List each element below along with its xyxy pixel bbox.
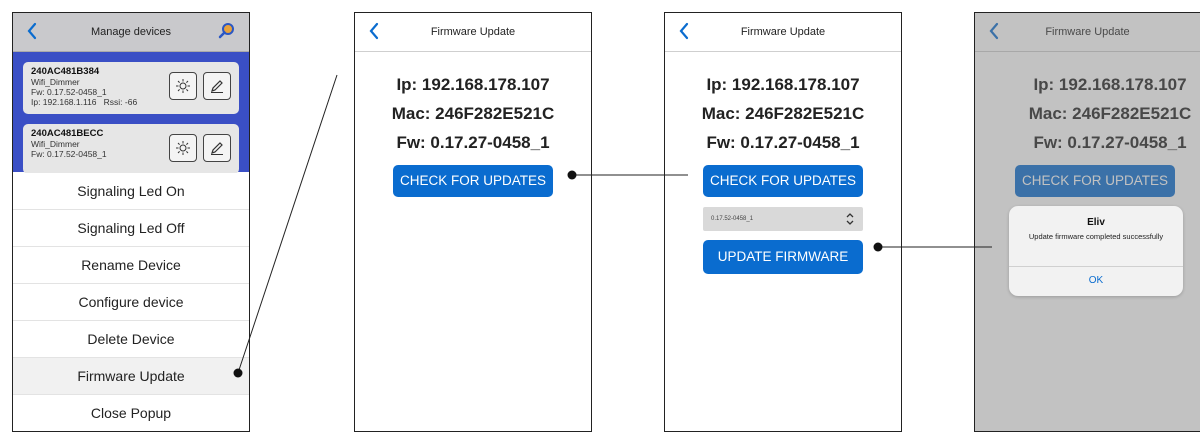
led-toggle-button[interactable] [169, 72, 197, 100]
sun-icon [176, 141, 190, 155]
search-icon[interactable] [217, 21, 237, 41]
dialog-ok-button[interactable]: OK [1009, 266, 1183, 296]
action-sheet: Signaling Led On Signaling Led Off Renam… [13, 173, 249, 431]
device-type: Wifi_Dimmer [31, 77, 80, 87]
chevron-up-down-icon [846, 213, 854, 225]
dialog-message: Update firmware completed successfully [1028, 232, 1164, 241]
device-fw: Fw: 0.17.52-0458_1 [31, 87, 107, 97]
back-chevron-icon[interactable] [25, 21, 39, 41]
fw-label: Fw: 0.17.27-0458_1 [396, 133, 550, 152]
connector-line [237, 74, 338, 374]
edit-button[interactable] [203, 134, 231, 162]
pencil-icon [211, 80, 223, 93]
dialog-title: Eliv [1087, 217, 1105, 228]
led-toggle-button[interactable] [169, 134, 197, 162]
menu-item-signaling-led-on[interactable]: Signaling Led On [13, 173, 249, 210]
device-card[interactable]: 240AC481B384 Wifi_Dimmer Fw: 0.17.52-045… [23, 62, 239, 114]
device-fw: Fw: 0.17.52-0458_1 [31, 149, 107, 159]
device-list: 240AC481B384 Wifi_Dimmer Fw: 0.17.52-045… [13, 52, 249, 174]
firmware-update-screen: Firmware Update Ip: 192.168.178.107 Mac:… [354, 12, 592, 432]
alert-dialog: Eliv Update firmware completed successfu… [1009, 206, 1183, 296]
menu-item-close-popup[interactable]: Close Popup [13, 395, 249, 431]
nav-title: Manage devices [90, 26, 172, 38]
version-picker[interactable]: 0.17.52-0458_1 [703, 207, 863, 231]
nav-bar: Manage devices [13, 13, 249, 52]
device-id: 240AC481B384 [31, 66, 100, 77]
back-chevron-icon[interactable] [367, 21, 381, 41]
ip-label: Ip: 192.168.178.107 [706, 75, 860, 94]
pencil-icon [211, 142, 223, 155]
check-for-updates-button[interactable]: CHECK FOR UPDATES [393, 165, 553, 197]
device-card[interactable]: 240AC481BECC Wifi_Dimmer Fw: 0.17.52-045… [23, 124, 239, 174]
manage-devices-screen: Manage devices 240AC481B384 Wifi_Dimmer … [12, 12, 250, 432]
ip-label: Ip: 192.168.178.107 [396, 75, 550, 94]
device-network: Ip: 192.168.1.116 Rssi: -66 [31, 97, 231, 107]
update-firmware-button[interactable]: UPDATE FIRMWARE [703, 240, 863, 274]
device-rssi: Rssi: -66 [103, 97, 138, 107]
nav-bar: Firmware Update [665, 13, 901, 52]
back-chevron-icon[interactable] [677, 21, 691, 41]
menu-item-firmware-update[interactable]: Firmware Update [13, 358, 249, 395]
check-for-updates-button[interactable]: CHECK FOR UPDATES [703, 165, 863, 197]
menu-item-signaling-led-off[interactable]: Signaling Led Off [13, 210, 249, 247]
device-id: 240AC481BECC [31, 128, 104, 139]
nav-title: Firmware Update [430, 26, 516, 38]
version-picker-value: 0.17.52-0458_1 [711, 216, 754, 222]
nav-bar: Firmware Update [355, 13, 591, 52]
menu-item-rename-device[interactable]: Rename Device [13, 247, 249, 284]
nav-title: Firmware Update [740, 26, 826, 38]
menu-item-delete-device[interactable]: Delete Device [13, 321, 249, 358]
mac-label: Mac: 246F282E521C [391, 104, 555, 123]
mac-label: Mac: 246F282E521C [701, 104, 865, 123]
device-ip: Ip: 192.168.1.116 [31, 97, 97, 107]
edit-button[interactable] [203, 72, 231, 100]
menu-item-configure-device[interactable]: Configure device [13, 284, 249, 321]
fw-label: Fw: 0.17.27-0458_1 [706, 133, 860, 152]
sun-icon [176, 79, 190, 93]
device-type: Wifi_Dimmer [31, 139, 80, 149]
firmware-update-screen: Firmware Update Ip: 192.168.178.107 Mac:… [974, 12, 1200, 432]
firmware-update-screen: Firmware Update Ip: 192.168.178.107 Mac:… [664, 12, 902, 432]
